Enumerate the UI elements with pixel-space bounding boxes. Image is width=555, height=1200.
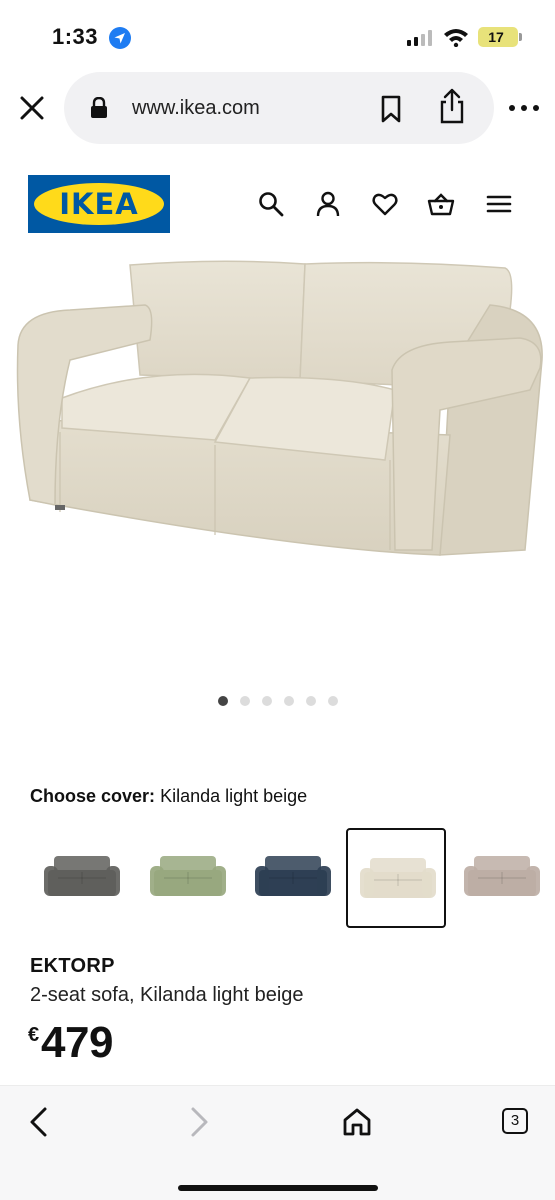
url-text: www.ikea.com bbox=[132, 97, 260, 119]
search-icon[interactable] bbox=[257, 190, 285, 218]
account-icon[interactable] bbox=[314, 190, 342, 218]
basket-icon[interactable] bbox=[427, 190, 455, 218]
site-header: IKEA bbox=[0, 170, 555, 236]
battery-indicator: 17 bbox=[478, 27, 518, 47]
cover-swatches bbox=[0, 828, 555, 930]
cover-swatch[interactable] bbox=[346, 828, 446, 928]
ikea-logo[interactable]: IKEA bbox=[28, 175, 170, 233]
more-options-icon[interactable] bbox=[506, 96, 542, 120]
battery-tip bbox=[519, 33, 522, 41]
cover-label-title: Choose cover: bbox=[30, 786, 156, 806]
home-indicator[interactable] bbox=[178, 1185, 378, 1191]
status-bar: 1:33 17 bbox=[0, 0, 555, 70]
product-image[interactable] bbox=[0, 250, 555, 670]
tabs-button[interactable]: 3 bbox=[502, 1108, 528, 1134]
carousel-dot[interactable] bbox=[305, 696, 316, 706]
logo-ellipse: IKEA bbox=[34, 183, 164, 225]
battery-level: 17 bbox=[488, 29, 504, 45]
browser-bottom-toolbar: 3 bbox=[0, 1085, 555, 1200]
close-icon[interactable] bbox=[16, 92, 48, 124]
carousel-dot[interactable] bbox=[283, 696, 294, 706]
status-time: 1:33 bbox=[52, 24, 99, 49]
cellular-signal-icon bbox=[407, 30, 432, 46]
heart-icon[interactable] bbox=[371, 190, 399, 218]
browser-toolbar: www.ikea.com bbox=[0, 70, 555, 150]
carousel-dot[interactable] bbox=[327, 696, 338, 706]
cover-selected-value: Kilanda light beige bbox=[160, 786, 308, 806]
bookmark-icon[interactable] bbox=[377, 94, 405, 124]
carousel-dot[interactable] bbox=[217, 696, 228, 706]
forward-arrow-icon[interactable] bbox=[180, 1104, 216, 1140]
mini-sofa-icon bbox=[464, 856, 540, 896]
price-value: 479 bbox=[41, 1018, 113, 1067]
home-icon[interactable] bbox=[339, 1104, 375, 1140]
mini-sofa-icon bbox=[255, 856, 331, 896]
wifi-icon bbox=[444, 29, 468, 47]
location-arrow-icon bbox=[109, 27, 131, 49]
product-name: EKTORP bbox=[30, 955, 115, 977]
mini-sofa-icon bbox=[360, 858, 436, 898]
carousel-dot[interactable] bbox=[239, 696, 250, 706]
image-carousel-dots bbox=[0, 696, 555, 710]
cover-swatch[interactable] bbox=[32, 828, 132, 928]
lock-icon bbox=[91, 97, 107, 118]
price-currency: € bbox=[28, 1024, 40, 1046]
cover-swatch[interactable] bbox=[243, 828, 343, 928]
carousel-dot[interactable] bbox=[261, 696, 272, 706]
cover-swatch[interactable] bbox=[138, 828, 238, 928]
mini-sofa-icon bbox=[150, 856, 226, 896]
logo-text: IKEA bbox=[59, 187, 139, 221]
cover-swatch[interactable] bbox=[452, 828, 552, 928]
cover-selector-label: Choose cover: Kilanda light beige bbox=[30, 786, 307, 807]
menu-icon[interactable] bbox=[485, 190, 513, 218]
back-arrow-icon[interactable] bbox=[22, 1104, 58, 1140]
address-bar[interactable]: www.ikea.com bbox=[64, 72, 494, 144]
product-description: 2-seat sofa, Kilanda light beige bbox=[30, 984, 304, 1006]
mini-sofa-icon bbox=[44, 856, 120, 896]
share-icon[interactable] bbox=[436, 88, 468, 124]
